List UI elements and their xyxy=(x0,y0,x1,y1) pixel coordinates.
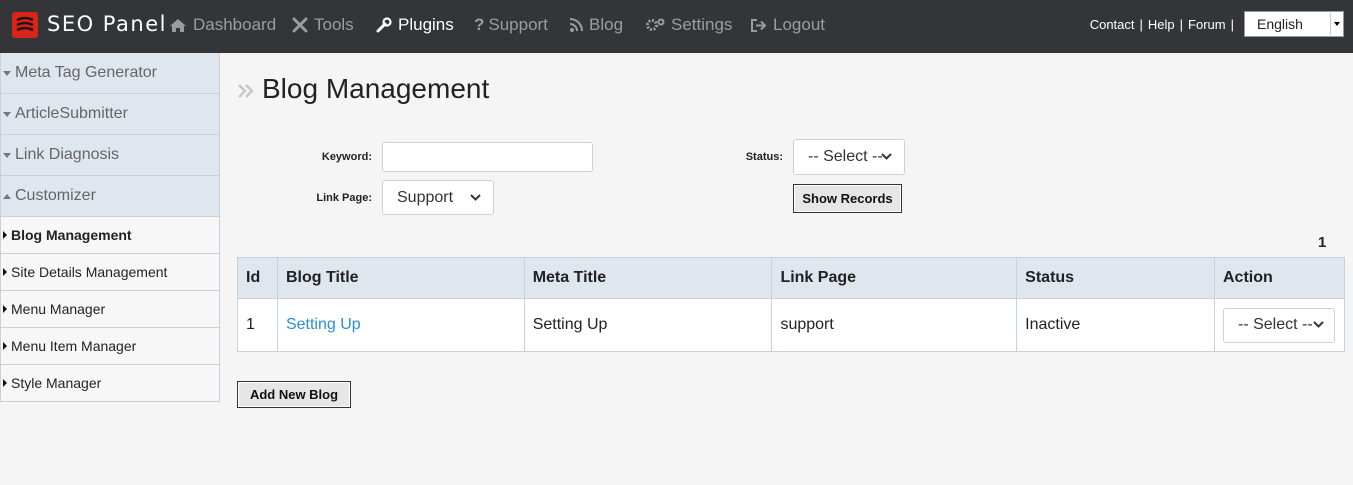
row-action-select[interactable]: -- Select -- xyxy=(1222,307,1335,343)
sidebar-item-label: Menu Item Manager xyxy=(11,338,137,354)
column-header-status: Status xyxy=(1016,257,1215,299)
home-icon xyxy=(170,18,186,32)
column-header-link-page: Link Page xyxy=(771,257,1018,299)
status-label: Status: xyxy=(745,151,783,163)
nav-support-label: Support xyxy=(488,15,548,34)
chevron-down-icon xyxy=(1313,321,1324,328)
nav-logout[interactable]: Logout xyxy=(750,15,825,35)
sidebar-item-site-details-management[interactable]: Site Details Management xyxy=(0,254,220,291)
nav-blog-label: Blog xyxy=(589,15,624,34)
sidebar-section-link-diagnosis[interactable]: Link Diagnosis xyxy=(0,135,220,176)
caret-right-icon xyxy=(3,231,7,239)
table-row: 1 Setting Up Setting Up support Inactive… xyxy=(237,298,1346,352)
cell-link-page: support xyxy=(771,298,1018,352)
sidebar-item-label: Blog Management xyxy=(11,227,132,243)
pagination-current-page[interactable]: 1 xyxy=(1318,234,1326,251)
tools-icon xyxy=(292,17,308,33)
sidebar-section-meta-tag-generator[interactable]: Meta Tag Generator xyxy=(0,53,220,94)
top-links: Contact | Help | Forum | xyxy=(1090,17,1239,32)
double-chevron-right-icon xyxy=(238,84,254,98)
sidebar-section-customizer[interactable]: Customizer xyxy=(0,176,220,217)
help-link[interactable]: Help xyxy=(1148,17,1175,32)
sidebar-section-label: Customizer xyxy=(15,187,96,204)
nav-blog[interactable]: Blog xyxy=(569,15,623,35)
keyword-input[interactable] xyxy=(382,142,593,172)
sidebar-item-style-manager[interactable]: Style Manager xyxy=(0,365,220,402)
caret-right-icon xyxy=(3,379,7,387)
wrench-icon xyxy=(376,17,392,33)
nav-dashboard-label: Dashboard xyxy=(193,15,277,34)
table-header-row: Id Blog Title Meta Title Link Page Statu… xyxy=(237,257,1346,299)
add-new-blog-button[interactable]: Add New Blog xyxy=(237,381,351,408)
link-page-select-value: Support xyxy=(397,188,454,206)
cell-status: Inactive xyxy=(1016,298,1215,352)
cell-action: -- Select -- xyxy=(1213,298,1346,352)
link-page-label: Link Page: xyxy=(316,192,372,204)
sidebar-section-label: Link Diagnosis xyxy=(15,146,120,163)
status-select[interactable]: -- Select -- xyxy=(793,139,905,175)
column-header-blog-title: Blog Title xyxy=(276,257,525,299)
sidebar-item-label: Site Details Management xyxy=(11,264,168,280)
caret-down-icon xyxy=(3,70,11,76)
separator: | xyxy=(1139,17,1143,32)
sidebar-item-blog-management[interactable]: Blog Management xyxy=(0,217,220,254)
chevron-down-icon xyxy=(470,193,481,201)
nav-plugins[interactable]: Plugins xyxy=(376,15,454,35)
sidebar-section-label: ArticleSubmitter xyxy=(15,105,128,122)
nav-settings[interactable]: Settings xyxy=(645,15,732,35)
seo-panel-logo-icon[interactable] xyxy=(12,12,38,38)
page-title: Blog Management xyxy=(262,73,490,104)
status-select-value: -- Select -- xyxy=(808,148,883,165)
sidebar-item-label: Style Manager xyxy=(11,375,102,391)
chevron-down-icon xyxy=(881,153,892,160)
language-value: English xyxy=(1257,16,1303,32)
blog-title-link[interactable]: Setting Up xyxy=(286,316,361,333)
question-icon: ? xyxy=(474,15,485,34)
caret-down-icon xyxy=(3,111,11,117)
nav-tools-label: Tools xyxy=(314,15,354,34)
keyword-label: Keyword: xyxy=(321,151,372,163)
cell-blog-title: Setting Up xyxy=(276,298,525,352)
top-navbar: SEO Panel Dashboard Tools Plugins ? Supp… xyxy=(0,0,1353,53)
nav-plugins-label: Plugins xyxy=(398,15,454,34)
sidebar: Meta Tag Generator ArticleSubmitter Link… xyxy=(0,53,220,402)
caret-right-icon xyxy=(3,268,7,276)
nav-logout-label: Logout xyxy=(773,15,825,34)
brand-name[interactable]: SEO Panel xyxy=(47,12,167,36)
sidebar-item-menu-manager[interactable]: Menu Manager xyxy=(0,291,220,328)
blog-table: Id Blog Title Meta Title Link Page Statu… xyxy=(237,257,1346,352)
gears-icon xyxy=(646,18,665,31)
nav-support[interactable]: ? Support xyxy=(474,15,548,35)
cell-meta-title: Setting Up xyxy=(523,298,773,352)
cell-id: 1 xyxy=(237,298,278,352)
row-action-value: -- Select -- xyxy=(1237,316,1313,333)
nav-settings-label: Settings xyxy=(671,15,733,34)
link-page-select[interactable]: Support xyxy=(382,180,494,215)
dropdown-arrow-icon xyxy=(1330,13,1342,35)
column-header-action: Action xyxy=(1213,257,1346,299)
caret-right-icon xyxy=(3,342,7,350)
sidebar-section-label: Meta Tag Generator xyxy=(15,64,158,81)
separator: | xyxy=(1230,17,1234,32)
nav-dashboard[interactable]: Dashboard xyxy=(169,15,276,35)
caret-up-icon xyxy=(3,193,11,199)
rss-icon xyxy=(569,18,583,32)
language-select[interactable]: English xyxy=(1244,11,1344,37)
nav-tools[interactable]: Tools xyxy=(292,15,354,35)
column-header-id: Id xyxy=(237,257,278,299)
caret-right-icon xyxy=(3,305,7,313)
sidebar-item-menu-item-manager[interactable]: Menu Item Manager xyxy=(0,328,220,365)
column-header-meta-title: Meta Title xyxy=(523,257,773,299)
separator: | xyxy=(1179,17,1184,32)
show-records-button[interactable]: Show Records xyxy=(793,184,902,213)
caret-down-icon xyxy=(3,152,11,158)
sidebar-item-label: Menu Manager xyxy=(11,301,106,317)
contact-link[interactable]: Contact xyxy=(1090,17,1135,32)
sidebar-section-articlesubmitter[interactable]: ArticleSubmitter xyxy=(0,94,220,135)
forum-link[interactable]: Forum xyxy=(1188,17,1226,32)
logout-icon xyxy=(751,18,767,32)
